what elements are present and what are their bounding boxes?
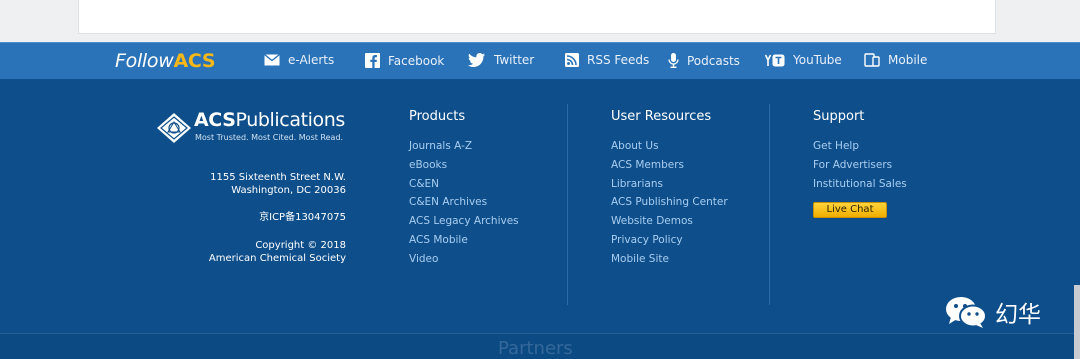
microphone-icon [668, 53, 679, 68]
logo-wordmark: ACSPublications [194, 109, 345, 131]
logo-tagline: Most Trusted. Most Cited. Most Read. [195, 133, 344, 142]
products-title: Products [409, 109, 466, 124]
address-block: 1155 Sixteenth Street N.W. Washington, D… [210, 171, 346, 197]
page-content-strip [0, 0, 1080, 42]
products-link[interactable]: ACS Legacy Archives [409, 212, 519, 231]
user-resources-link[interactable]: About Us [611, 137, 728, 156]
acs-publications-logo[interactable]: ACSPublications Most Trusted. Most Cited… [156, 109, 351, 149]
mobile-link[interactable]: Mobile [864, 53, 927, 67]
support-link[interactable]: Institutional Sales [813, 175, 907, 194]
user-resources-column: User Resources About Us ACS Members Libr… [611, 109, 728, 269]
support-link[interactable]: Get Help [813, 137, 907, 156]
content-card [78, 0, 996, 34]
products-link[interactable]: Journals A-Z [409, 137, 519, 156]
support-title: Support [813, 109, 865, 124]
products-link[interactable]: C&EN [409, 175, 519, 194]
youtube-link[interactable]: YouTube [765, 53, 842, 67]
watermark-text: 幻华 [995, 302, 1041, 328]
user-resources-title: User Resources [611, 109, 712, 124]
e-alerts-link[interactable]: e-Alerts [264, 53, 334, 67]
partners-heading: Partners [498, 338, 573, 359]
user-resources-link[interactable]: Website Demos [611, 212, 728, 231]
twitter-link[interactable]: Twitter [468, 53, 534, 67]
user-resources-link[interactable]: Mobile Site [611, 250, 728, 269]
copyright-year: Copyright © 2018 [255, 240, 346, 251]
follow-acs-bar: FollowACS e-Alerts Facebook Twitter RSS … [0, 42, 1080, 79]
user-resources-link[interactable]: Librarians [611, 175, 728, 194]
partners-band: Partners [0, 333, 1080, 359]
products-link[interactable]: eBooks [409, 156, 519, 175]
acs-diamond-icon [157, 113, 191, 143]
support-link[interactable]: For Advertisers [813, 156, 907, 175]
rss-feeds-link[interactable]: RSS Feeds [565, 53, 649, 67]
facebook-icon [365, 53, 380, 68]
youtube-icon [765, 54, 785, 66]
podcasts-link[interactable]: Podcasts [668, 53, 740, 68]
scrollbar[interactable] [1074, 285, 1080, 359]
user-resources-link[interactable]: ACS Members [611, 156, 728, 175]
products-link[interactable]: Video [409, 250, 519, 269]
address-line-2: Washington, DC 20036 [231, 185, 346, 196]
mobile-devices-icon [864, 53, 880, 67]
rss-icon [565, 53, 579, 67]
envelope-icon [264, 54, 280, 66]
site-footer: ACSPublications Most Trusted. Most Cited… [0, 79, 1080, 333]
facebook-link[interactable]: Facebook [365, 53, 444, 68]
support-column: Support Get Help For Advertisers Institu… [813, 109, 907, 219]
products-column: Products Journals A-Z eBooks C&EN C&EN A… [409, 109, 519, 269]
products-link[interactable]: ACS Mobile [409, 231, 519, 250]
icp-number: 京ICP备13047075 [259, 212, 346, 223]
user-resources-link[interactable]: Privacy Policy [611, 231, 728, 250]
copyright-block: Copyright © 2018 American Chemical Socie… [209, 239, 346, 265]
copyright-org: American Chemical Society [208, 253, 346, 264]
live-chat-button[interactable]: Live Chat [813, 202, 887, 219]
twitter-bird-icon [468, 53, 485, 67]
wechat-icon [946, 297, 987, 328]
address-line-1: 1155 Sixteenth Street N.W. [210, 172, 346, 183]
column-divider [769, 104, 770, 305]
follow-acs-title: FollowACS [115, 50, 216, 72]
wechat-watermark: 幻华 [945, 295, 1041, 329]
user-resources-link[interactable]: ACS Publishing Center [611, 193, 728, 212]
column-divider [567, 104, 568, 305]
products-link[interactable]: C&EN Archives [409, 193, 519, 212]
